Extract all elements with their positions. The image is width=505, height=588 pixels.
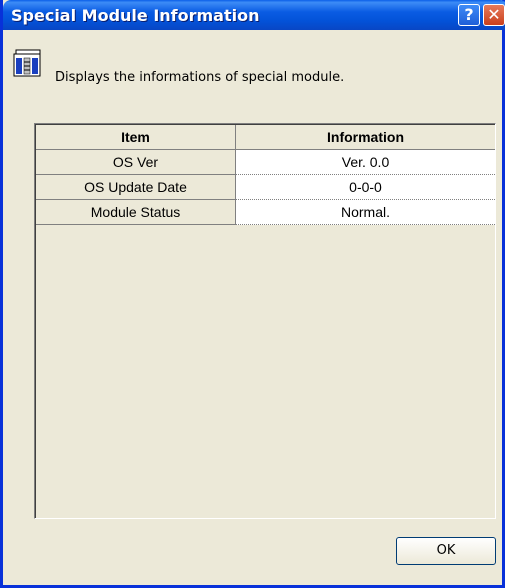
row-os-ver-info: Ver. 0.0 xyxy=(235,149,495,175)
table-row[interactable]: OS Ver Ver. 0.0 xyxy=(36,149,495,175)
info-table: Item Information OS Ver Ver. 0.0 OS Upda… xyxy=(36,125,495,225)
row-module-status-info: Normal. xyxy=(235,199,495,225)
title-bar[interactable]: Special Module Information ? ✕ xyxy=(3,0,505,30)
description-text: Displays the informations of special mod… xyxy=(55,70,345,85)
row-os-update-item: OS Update Date xyxy=(36,174,236,200)
special-module-info-dialog: Special Module Information ? ✕ Displays … xyxy=(0,0,505,588)
info-grid[interactable]: Item Information OS Ver Ver. 0.0 OS Upda… xyxy=(34,123,496,519)
module-rack-icon xyxy=(13,49,41,77)
row-module-status-item: Module Status xyxy=(36,199,236,225)
close-button[interactable]: ✕ xyxy=(483,4,505,26)
row-os-update-info: 0-0-0 xyxy=(235,174,495,200)
help-button[interactable]: ? xyxy=(458,4,480,26)
window-title: Special Module Information xyxy=(11,6,260,25)
table-row[interactable]: Module Status Normal. xyxy=(36,199,495,225)
column-header-information[interactable]: Information xyxy=(235,125,495,150)
header-row: Item Information xyxy=(36,125,495,150)
ok-button[interactable]: OK xyxy=(396,537,496,565)
table-row[interactable]: OS Update Date 0-0-0 xyxy=(36,174,495,200)
column-header-item[interactable]: Item xyxy=(36,125,236,150)
row-os-ver-item: OS Ver xyxy=(36,149,236,175)
